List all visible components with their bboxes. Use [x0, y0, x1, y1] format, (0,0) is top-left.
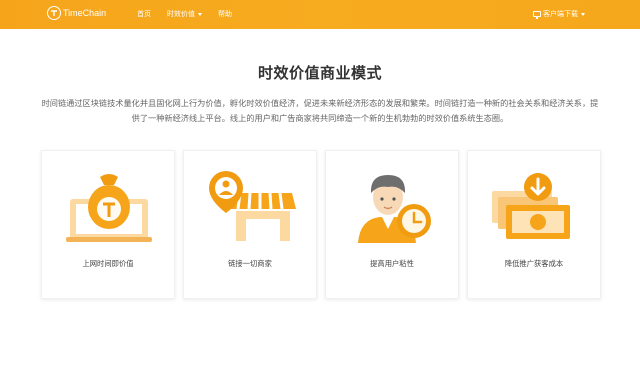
chevron-down-icon: [581, 12, 585, 16]
intro-paragraph: 时间链通过区块链技术量化并且固化网上行为价值，孵化时效价值经济，促进未来新经济形…: [41, 98, 599, 123]
client-download-label: 客户端下载: [543, 10, 578, 18]
main-nav: 首页 时效价值 帮助: [137, 9, 248, 19]
nav-item-time-value-label: 时效价值: [167, 10, 195, 18]
feature-card-label: 降低推广获客成本: [504, 259, 564, 268]
feature-card-user-stickiness[interactable]: 提高用户粘性: [325, 150, 459, 299]
top-navigation-bar: TimeChain 首页 时效价值 帮助 客户端下载: [0, 0, 640, 29]
page-title: 时效价值商业模式: [257, 64, 382, 82]
banknotes-download-icon: [492, 173, 570, 239]
nav-item-time-value[interactable]: 时效价值: [167, 9, 202, 19]
user-clock-icon: [358, 175, 431, 243]
store-user-pin-icon: [209, 171, 296, 241]
nav-item-help[interactable]: 帮助: [218, 9, 232, 19]
client-download-button[interactable]: 客户端下载: [533, 9, 585, 19]
feature-card-online-time[interactable]: 上网时间即价值: [41, 150, 175, 299]
nav-item-home[interactable]: 首页: [137, 9, 151, 19]
feature-card-reduce-cost[interactable]: 降低推广获客成本: [467, 150, 601, 299]
feature-cards: 上网时间即价值 链接一切商家 提高用户粘性 降低推广获客成本: [41, 150, 601, 299]
monitor-icon: [533, 11, 541, 19]
timechain-logo-icon: [47, 6, 61, 20]
logo[interactable]: TimeChain: [47, 6, 106, 20]
chevron-down-icon: [198, 12, 202, 16]
feature-card-link-merchants[interactable]: 链接一切商家: [183, 150, 317, 299]
money-bag-laptop-icon: [66, 174, 152, 242]
feature-card-label: 上网时间即价值: [82, 259, 134, 268]
feature-card-label: 链接一切商家: [228, 259, 272, 268]
logo-text: TimeChain: [63, 8, 107, 18]
feature-card-label: 提高用户粘性: [370, 259, 414, 268]
